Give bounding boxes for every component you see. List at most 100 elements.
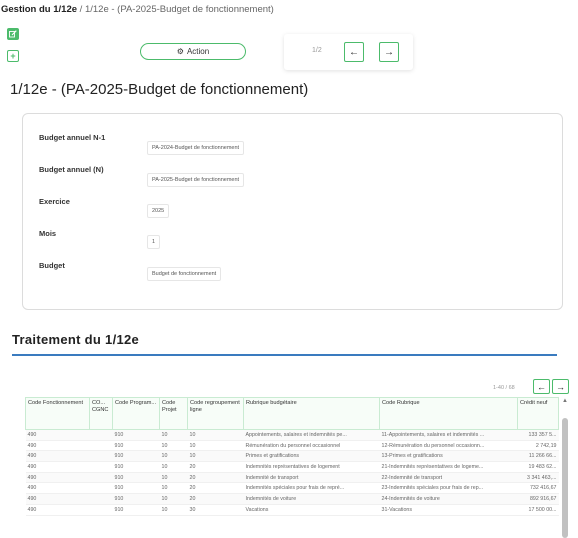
cell-code-programme: 910 (112, 461, 160, 473)
cell-code-rubrique: 13-Primes et gratifications (379, 450, 518, 463)
cell-code-regroupement: 20 (187, 482, 244, 495)
cell-code-regroupement: 10 (187, 440, 244, 452)
cell-code-programme: 910 (112, 429, 160, 441)
cell-code-fonctionnement: 490 (25, 493, 90, 505)
table-row[interactable]: 490 910 10 10 Primes et gratifications 1… (25, 450, 559, 463)
cell-code-programme: 910 (112, 493, 160, 505)
cell-code-rubrique: 21-Indemnités représentatives de logeme.… (379, 461, 518, 473)
column-header-credit-neuf[interactable]: Crédit neuf (517, 397, 559, 430)
cell-code-regroupement: 10 (187, 429, 244, 441)
column-header-code-projet[interactable]: Code Projet (159, 397, 188, 430)
cell-code-cgnc (89, 461, 113, 473)
column-header-code-regroupement[interactable]: Code regroupement ligne (187, 397, 244, 430)
plus-icon: + (10, 50, 16, 61)
page-title: 1/12e - (PA-2025-Budget de fonctionnemen… (10, 81, 309, 98)
cell-code-rubrique: 31-Vacations (379, 504, 518, 516)
cell-credit-neuf: 2 742,19 (517, 440, 559, 452)
section-title: Traitement du 1/12e (12, 332, 140, 347)
cell-credit-neuf: 11 266 66... (517, 450, 559, 463)
cell-code-projet: 10 (159, 440, 188, 452)
cell-code-fonctionnement: 490 (25, 472, 90, 484)
table-row[interactable]: 490 910 10 30 Vacations 31-Vacations 17 … (25, 504, 559, 516)
field-label-budget-n: Budget annuel (N) (39, 165, 104, 174)
column-header-code-cgnc[interactable]: CO... CGNC (89, 397, 113, 430)
cell-rubrique-budgetaire: Vacations (243, 504, 380, 516)
breadcrumb: Gestion du 1/12e / 1/12e - (PA-2025-Budg… (1, 4, 274, 15)
cell-code-cgnc (89, 504, 113, 516)
previous-record-button[interactable]: ← (344, 42, 364, 62)
cell-rubrique-budgetaire: Indemnités représentatives de logement (243, 461, 380, 473)
cell-code-fonctionnement: 490 (25, 482, 90, 495)
cell-code-programme: 910 (112, 472, 160, 484)
cell-code-regroupement: 20 (187, 461, 244, 473)
cell-code-cgnc (89, 440, 113, 452)
cell-credit-neuf: 892 916,67 (517, 493, 559, 505)
column-header-rubrique-budgetaire[interactable]: Rubrique budgétaire (243, 397, 380, 430)
cell-code-rubrique: 22-Indemnité de transport (379, 472, 518, 484)
cell-rubrique-budgetaire: Indemnité de transport (243, 472, 380, 484)
field-value-budget[interactable]: Budget de fonctionnement (147, 267, 222, 281)
cell-credit-neuf: 133 357 5... (517, 429, 559, 441)
cell-code-regroupement: 20 (187, 493, 244, 505)
field-value-exercice[interactable]: 2025 (147, 204, 170, 218)
cell-code-fonctionnement: 490 (25, 461, 90, 473)
cell-code-cgnc (89, 493, 113, 505)
column-header-code-programme[interactable]: Code Program... (112, 397, 160, 430)
cell-code-projet: 10 (159, 450, 188, 463)
table-row[interactable]: 490 910 10 20 Indemnités de voiture 24-I… (25, 493, 559, 505)
table-row[interactable]: 490 910 10 20 Indemnité de transport 22-… (25, 472, 559, 484)
cell-code-projet: 10 (159, 429, 188, 441)
table-next-page-button[interactable]: → (552, 379, 569, 394)
arrow-right-icon: → (384, 46, 394, 58)
cell-code-fonctionnement: 490 (25, 429, 90, 441)
cell-code-programme: 910 (112, 482, 160, 495)
scroll-up-icon[interactable]: ▲ (562, 398, 568, 404)
table-row[interactable]: 490 910 10 20 Indemnités spéciales pour … (25, 482, 559, 495)
table-header-row: Code Fonctionnement CO... CGNC Code Prog… (25, 397, 559, 430)
breadcrumb-separator: / (77, 4, 85, 15)
cell-code-projet: 10 (159, 493, 188, 505)
cell-code-projet: 10 (159, 472, 188, 484)
table-previous-page-button[interactable]: ← (533, 379, 550, 394)
edit-button[interactable] (7, 28, 19, 40)
cell-rubrique-budgetaire: Primes et gratifications (243, 450, 380, 463)
cell-code-rubrique: 12-Rémunération du personnel occasionn..… (379, 440, 518, 452)
breadcrumb-root-link[interactable]: Gestion du 1/12e (1, 4, 77, 15)
cell-code-regroupement: 20 (187, 472, 244, 484)
arrow-left-icon: ← (349, 46, 359, 58)
arrow-right-icon: → (556, 381, 565, 392)
field-value-mois[interactable]: 1 (147, 235, 161, 249)
cell-code-projet: 10 (159, 504, 188, 516)
cell-code-cgnc (89, 450, 113, 463)
scrollbar-thumb[interactable] (562, 418, 568, 538)
cell-code-projet: 10 (159, 461, 188, 473)
record-pager: 1/2 ← → (284, 34, 413, 70)
cell-code-rubrique: 11-Appointements, salaires et indemnités… (379, 429, 518, 441)
cell-credit-neuf: 732 416,67 (517, 482, 559, 495)
cell-code-rubrique: 24-Indemnités de voiture (379, 493, 518, 505)
column-header-code-rubrique[interactable]: Code Rubrique (379, 397, 518, 430)
cell-code-fonctionnement: 490 (25, 450, 90, 463)
next-record-button[interactable]: → (379, 42, 399, 62)
table-row[interactable]: 490 910 10 20 Indemnités représentatives… (25, 461, 559, 473)
table-row[interactable]: 490 910 10 10 Rémunération du personnel … (25, 440, 559, 452)
field-value-budget-n-1[interactable]: PA-2024-Budget de fonctionnement (147, 141, 245, 155)
record-count: 1/2 (312, 47, 322, 54)
field-value-budget-n[interactable]: PA-2025-Budget de fonctionnement (147, 173, 245, 187)
table-scrollbar[interactable]: ▲ (561, 397, 569, 538)
field-label-mois: Mois (39, 229, 57, 238)
edit-icon (9, 30, 17, 38)
cell-credit-neuf: 3 341 463,... (517, 472, 559, 484)
cell-code-programme: 910 (112, 504, 160, 516)
column-header-code-fonctionnement[interactable]: Code Fonctionnement (25, 397, 90, 430)
arrow-left-icon: ← (537, 381, 546, 392)
cell-credit-neuf: 19 483 62... (517, 461, 559, 473)
breadcrumb-current: 1/12e - (PA-2025-Budget de fonctionnemen… (84, 4, 274, 15)
cell-rubrique-budgetaire: Appointements, salaires et indemnités pe… (243, 429, 380, 441)
table-row[interactable]: 490 910 10 10 Appointements, salaires et… (25, 429, 559, 441)
add-button[interactable]: + (7, 50, 19, 62)
cell-code-rubrique: 23-Indemnités spéciales pour frais de re… (379, 482, 518, 495)
table-record-count: 1-40 / 68 (493, 385, 515, 391)
action-button[interactable]: ⚙ Action (140, 43, 246, 60)
cell-code-cgnc (89, 429, 113, 441)
